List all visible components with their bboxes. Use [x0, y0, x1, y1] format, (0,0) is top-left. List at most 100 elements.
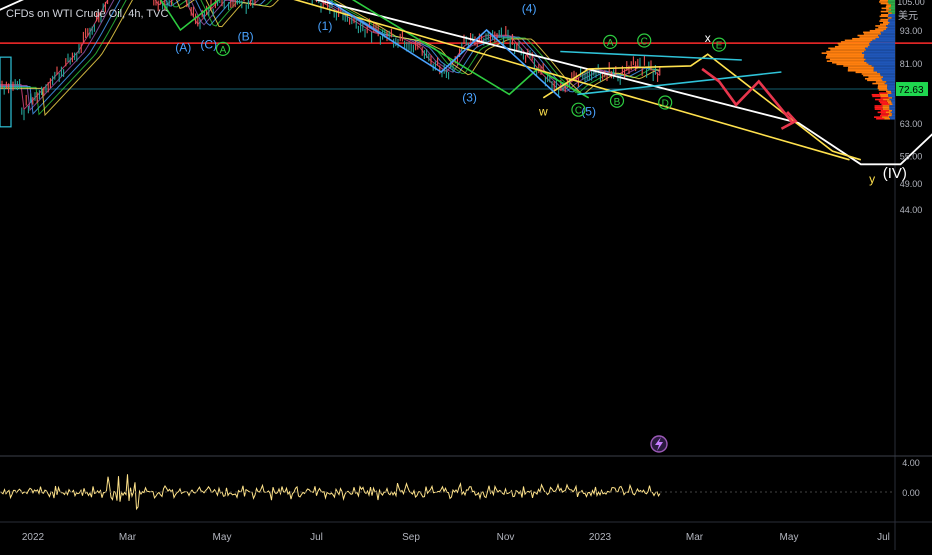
projection-path [702, 69, 793, 123]
volume-profile-bar [866, 49, 895, 51]
price-tick-label: 55.00 [900, 151, 923, 161]
volume-profile-bar [880, 102, 888, 104]
volume-profile-bar [886, 4, 891, 6]
current-price-value: 72.63 [898, 85, 923, 96]
volume-profile-bar [870, 44, 895, 46]
volume-profile-bar [826, 51, 864, 53]
volume-profile-bar [889, 11, 895, 13]
volume-profile-bar [872, 65, 895, 67]
volume-profile-bar [891, 91, 895, 93]
volume-profile-bar [876, 118, 884, 120]
volume-profile-bar [889, 8, 895, 10]
volume-profile-bar [874, 67, 895, 69]
volume-profile-bar [880, 24, 888, 26]
volume-profile-bar [872, 94, 880, 96]
volume-profile-bar [886, 112, 891, 114]
volume-profile-bar [835, 46, 868, 48]
volume-profile-bar [880, 16, 888, 18]
volume-profile-bar [881, 113, 889, 115]
volume-profile-bar [889, 110, 892, 112]
price-tick-label: 49.00 [900, 179, 923, 189]
volume-profile-bar [891, 4, 895, 6]
currency-label[interactable]: 美元 [898, 7, 918, 22]
volume-profile-bar [881, 11, 889, 13]
volume-profile-bar [889, 105, 895, 107]
volume-profile-bar [880, 19, 888, 21]
volume-profile-bar [830, 49, 866, 51]
volume-profile-bar [870, 30, 884, 32]
volume-profile-bar [872, 83, 884, 85]
time-tick-label: Jul [310, 532, 323, 543]
volume-profile-bar [856, 72, 878, 74]
volume-profile-bar [881, 3, 889, 5]
volume-profile-bar [888, 20, 895, 22]
volume-profile-bar [890, 22, 895, 24]
time-tick-label: Nov [497, 532, 515, 543]
volume-profile-bar [887, 86, 895, 88]
volume-profile-bar [892, 113, 895, 115]
time-tick-label: Jul [877, 532, 890, 543]
time-tick-label: 2023 [589, 532, 612, 543]
chart-svg[interactable]: (III)(IV)ywx(B)(A)(A)(C)(B)(C)(1)(2)(3)(… [0, 0, 932, 550]
volume-profile-bar [863, 32, 881, 34]
volume-profile-bar [887, 84, 895, 86]
circled-wave-label: A [220, 45, 227, 56]
volume-profile-bar [879, 1, 888, 3]
volume-profile-bar [865, 78, 882, 80]
wave-label: (C) [200, 38, 217, 52]
circled-wave-label: C [575, 106, 582, 117]
volume-profile-bar [875, 28, 886, 30]
volume-profile-bar [889, 104, 892, 106]
volume-profile-bar [865, 48, 895, 50]
volume-profile-bar [832, 62, 867, 64]
volume-profile-bar [881, 75, 895, 77]
volume-profile-bar [871, 41, 895, 43]
volume-profile-bar [827, 54, 864, 56]
volume-profile-bar [892, 17, 895, 19]
volume-profile-bar [822, 52, 862, 54]
wave-label: (3) [462, 90, 477, 104]
chart-area[interactable]: (III)(IV)ywx(B)(A)(A)(C)(B)(C)(1)(2)(3)(… [0, 0, 932, 550]
volume-profile-bar [881, 78, 895, 80]
volume-profile-bar [867, 80, 882, 82]
volume-profile-bar [838, 44, 869, 46]
time-tick-label: 2022 [22, 532, 45, 543]
time-tick-label: May [780, 532, 799, 543]
volume-profile-bar [887, 100, 892, 102]
price-tick-label: 44.00 [900, 205, 923, 215]
volume-profile-bar [875, 25, 886, 27]
volume-profile-bar [892, 97, 895, 99]
volume-profile-bar [878, 88, 888, 90]
time-tick-label: May [213, 532, 232, 543]
volume-profile-bar [888, 0, 895, 1]
left-range-box [0, 57, 11, 127]
circled-wave-label: C [641, 37, 648, 48]
volume-profile-bar [889, 108, 895, 110]
volume-profile-bar [888, 19, 895, 21]
volume-profile-bar [885, 83, 895, 85]
volume-profile-bar [882, 80, 895, 82]
volume-profile-bar [886, 81, 895, 83]
price-tick-label: 93.00 [900, 26, 923, 36]
volume-profile-bar [889, 3, 895, 5]
volume-profile-bar [872, 40, 895, 42]
wave-label: y [869, 172, 875, 186]
volume-profile-bar [882, 116, 889, 118]
volume-profile-bar [838, 43, 870, 45]
wave-label: (A) [175, 40, 191, 54]
white-wave-path [0, 0, 932, 164]
volume-profile-bar [843, 65, 871, 67]
volume-profile-bar [883, 99, 890, 101]
volume-profile-bar [888, 16, 895, 18]
volume-profile-bar [880, 73, 895, 75]
volume-profile-bar [887, 92, 891, 94]
volume-profile-bar [881, 104, 889, 106]
volume-profile-bar [887, 27, 895, 29]
volume-profile-bar [864, 56, 895, 58]
volume-profile-bar [881, 110, 889, 112]
volume-profile-bar [892, 102, 895, 104]
volume-profile-bar [875, 99, 883, 101]
price-tick-label: 105.00 [897, 0, 925, 7]
volume-profile-bar [828, 48, 865, 50]
wave-label: w [538, 105, 548, 119]
